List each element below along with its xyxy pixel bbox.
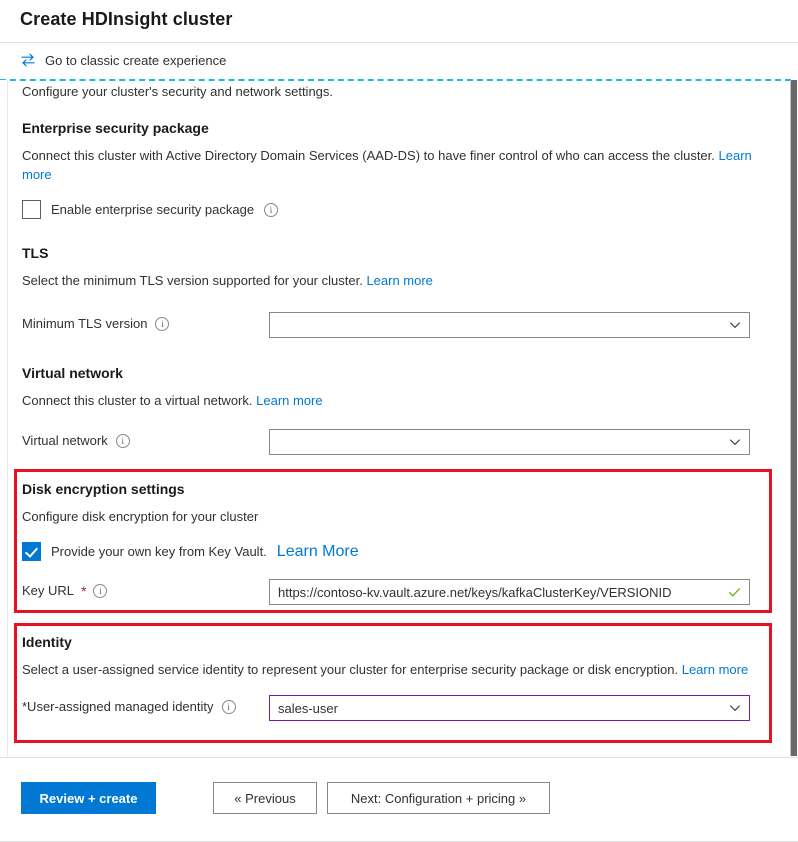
minimum-tls-version-dropdown[interactable] [269,312,750,338]
tls-heading: TLS [22,245,49,261]
virtual-network-dropdown[interactable] [269,429,750,455]
user-assigned-managed-identity-dropdown[interactable]: sales-user [269,695,750,721]
key-url-info-icon[interactable]: i [93,583,108,598]
enable-enterprise-security-package-checkbox[interactable] [22,200,41,219]
key-url-input[interactable]: https://contoso-kv.vault.azure.net/keys/… [269,579,750,605]
enterprise-security-heading: Enterprise security package [22,120,209,136]
left-gutter [0,80,8,756]
virtual-network-description: Connect this cluster to a virtual networ… [22,391,323,410]
chevron-down-icon [730,322,740,328]
key-url-label: Key URL [22,583,75,598]
virtual-network-info-icon[interactable]: i [115,433,130,448]
provide-own-key-label: Provide your own key from Key Vault. [51,544,267,559]
chevron-down-icon [730,439,740,445]
blade-footer: Review + create « Previous Next: Configu… [0,757,798,842]
vertical-scrollbar[interactable] [790,80,798,756]
key-url-value: https://contoso-kv.vault.azure.net/keys/… [278,584,672,600]
chevron-down-icon [730,705,740,711]
enable-enterprise-security-package-label: Enable enterprise security package [51,202,255,217]
key-url-label-group: Key URL * i [22,582,108,599]
disk-encryption-learn-more-link[interactable]: Learn More [277,543,359,561]
provide-own-key-row: Provide your own key from Key Vault. Lea… [22,542,359,561]
enterprise-security-description: Connect this cluster with Active Directo… [22,146,762,184]
key-url-required-marker: * [81,582,87,599]
go-to-classic-create-experience-link[interactable]: Go to classic create experience [20,52,226,68]
identity-description: Select a user-assigned service identity … [22,660,762,679]
virtual-network-learn-more-link[interactable]: Learn more [256,393,322,408]
user-assigned-managed-identity-info-icon[interactable]: i [221,699,236,714]
user-assigned-managed-identity-label: *User-assigned managed identity [22,699,214,714]
minimum-tls-version-label: Minimum TLS version [22,316,148,331]
user-assigned-managed-identity-value: sales-user [278,700,338,716]
blade-title-bar: Create HDInsight cluster [0,0,798,43]
identity-highlight-box [14,623,772,743]
enable-enterprise-security-package-row: Enable enterprise security package i [22,200,279,219]
identity-heading: Identity [22,634,72,650]
virtual-network-label-group: Virtual network i [22,433,130,448]
command-bar: Go to classic create experience [0,44,798,79]
virtual-network-label: Virtual network [22,433,108,448]
next-configuration-pricing-button[interactable]: Next: Configuration + pricing » [327,782,550,814]
identity-learn-more-link[interactable]: Learn more [682,662,748,677]
minimum-tls-version-info-icon[interactable]: i [155,316,170,331]
user-assigned-managed-identity-label-group: *User-assigned managed identity i [22,699,236,714]
tls-learn-more-link[interactable]: Learn more [366,273,432,288]
disk-encryption-heading: Disk encryption settings [22,481,185,497]
scrollbar-thumb[interactable] [791,80,797,756]
create-hdinsight-cluster-blade: Create HDInsight cluster Go to classic c… [0,0,798,842]
identity-description-text: Select a user-assigned service identity … [22,662,679,677]
intro-text: Configure your cluster's security and ne… [22,84,334,99]
previous-button[interactable]: « Previous [213,782,317,814]
go-to-classic-label: Go to classic create experience [45,52,227,68]
provide-own-key-checkbox[interactable] [22,542,41,561]
enterprise-security-info-icon[interactable]: i [264,202,279,217]
enterprise-security-description-text: Connect this cluster with Active Directo… [22,148,715,163]
swap-arrows-icon [21,53,35,67]
tls-description: Select the minimum TLS version supported… [22,271,433,290]
tls-description-text: Select the minimum TLS version supported… [22,273,363,288]
minimum-tls-version-label-group: Minimum TLS version i [22,316,170,331]
virtual-network-description-text: Connect this cluster to a virtual networ… [22,393,253,408]
page-title: Create HDInsight cluster [20,9,233,29]
disk-encryption-description: Configure disk encryption for your clust… [22,509,259,524]
green-check-icon [728,587,740,596]
form-content: Configure your cluster's security and ne… [9,80,790,756]
review-create-button[interactable]: Review + create [21,782,156,814]
virtual-network-heading: Virtual network [22,365,123,381]
